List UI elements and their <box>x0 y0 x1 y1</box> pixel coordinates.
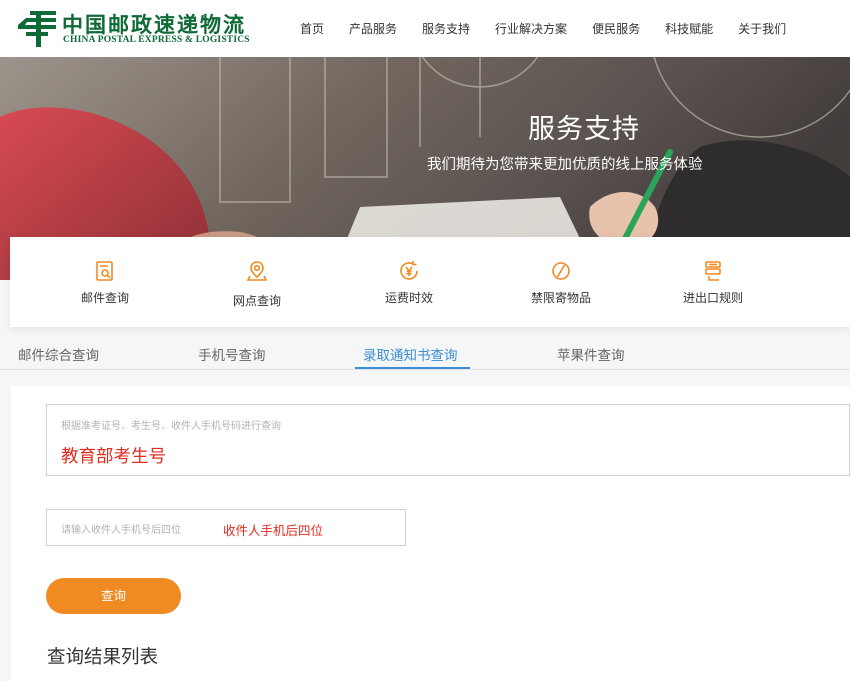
tab-apple-item-query[interactable]: 苹果件查询 <box>557 344 625 364</box>
query-button[interactable]: 查询 <box>46 578 181 614</box>
phone-last-four-input[interactable]: 请输入收件人手机号后四位 收件人手机后四位 <box>46 509 406 546</box>
exam-number-input[interactable]: 根据准考证号、考生号、收件人手机号码进行查询 教育部考生号 <box>46 404 850 476</box>
logo[interactable]: 中国邮政速递物流 CHINA POSTAL EXPRESS & LOGISTIC… <box>16 7 256 49</box>
tab-phone-query[interactable]: 手机号查询 <box>198 344 266 364</box>
nav-solutions[interactable]: 行业解决方案 <box>495 20 567 37</box>
service-label: 禁限寄物品 <box>530 291 591 305</box>
tab-admission-letter-query[interactable]: 录取通知书查询 <box>363 344 458 364</box>
prohibited-icon <box>552 262 570 280</box>
service-import-export-rules[interactable]: 进出口规则 <box>653 237 773 327</box>
service-label: 运费时效 <box>384 291 433 305</box>
service-branch-query[interactable]: 网点查询 <box>197 237 317 327</box>
yen-clock-icon <box>400 261 418 280</box>
results-title: 查询结果列表 <box>47 647 159 668</box>
nav-home[interactable]: 首页 <box>300 20 324 37</box>
logo-english-text: CHINA POSTAL EXPRESS & LOGISTICS <box>63 35 250 45</box>
exam-number-value: 教育部考生号 <box>61 447 166 467</box>
active-tab-indicator <box>355 367 470 369</box>
exam-number-placeholder: 根据准考证号、考生号、收件人手机号码进行查询 <box>61 421 281 432</box>
service-mail-query[interactable]: 邮件查询 <box>45 237 165 327</box>
nav-convenience[interactable]: 便民服务 <box>592 20 640 37</box>
phone-last-four-value: 收件人手机后四位 <box>223 523 324 538</box>
service-shortcuts: 邮件查询 网点查询 运费时效 禁限寄物品 进出口规则 <box>10 237 850 327</box>
nav-products[interactable]: 产品服务 <box>349 20 397 37</box>
nav-technology[interactable]: 科技赋能 <box>665 20 713 37</box>
phone-last-four-placeholder: 请输入收件人手机号后四位 <box>61 525 181 536</box>
service-label: 网点查询 <box>232 294 281 308</box>
banner-title: 服务支持 <box>528 114 640 145</box>
service-freight-time[interactable]: 运费时效 <box>349 237 469 327</box>
main-nav: 首页 产品服务 服务支持 行业解决方案 便民服务 科技赋能 关于我们 <box>300 0 811 57</box>
location-icon <box>246 261 268 281</box>
china-post-logo-icon <box>18 11 56 47</box>
service-label: 邮件查询 <box>80 291 129 305</box>
customs-rules-icon <box>705 261 721 281</box>
mail-search-icon <box>96 261 113 281</box>
nav-about[interactable]: 关于我们 <box>738 20 786 37</box>
tab-comprehensive-query[interactable]: 邮件综合查询 <box>18 344 99 364</box>
site-header: 中国邮政速递物流 CHINA POSTAL EXPRESS & LOGISTIC… <box>0 0 850 57</box>
service-label: 进出口规则 <box>682 291 743 305</box>
nav-support[interactable]: 服务支持 <box>422 20 470 37</box>
banner-subtitle: 我们期待为您带来更加优质的线上服务体验 <box>427 157 703 173</box>
query-tabs: 邮件综合查询 手机号查询 录取通知书查询 苹果件查询 <box>0 340 850 370</box>
service-prohibited-items[interactable]: 禁限寄物品 <box>501 237 621 327</box>
